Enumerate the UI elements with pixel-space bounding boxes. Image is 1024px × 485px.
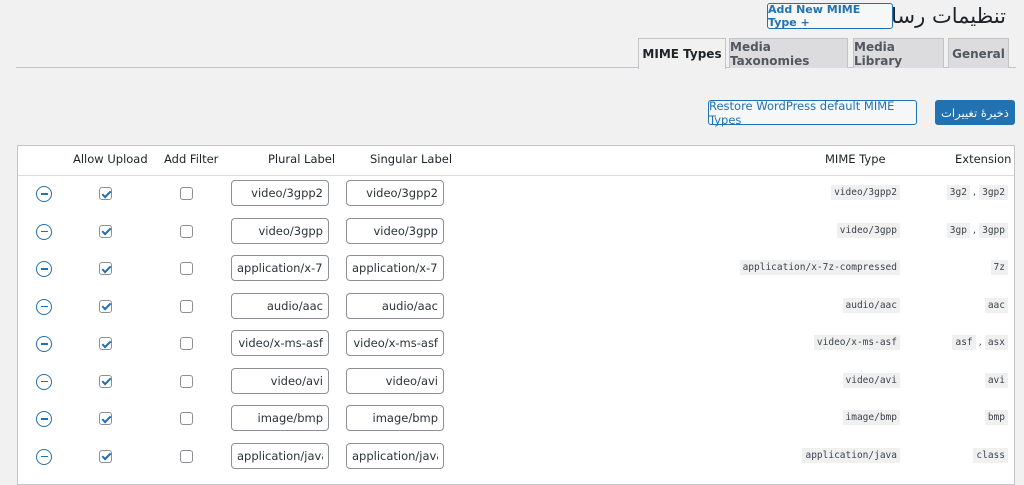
allow-upload-checkbox[interactable] — [99, 262, 112, 275]
column-header-mime-type: MIME Type — [825, 152, 886, 166]
remove-row-icon[interactable] — [36, 261, 52, 277]
mime-type-value: application/java — [802, 447, 900, 463]
mime-type-value: video/3gpp2 — [831, 185, 900, 200]
plural-label-input[interactable] — [231, 180, 329, 206]
tab-media-taxonomies[interactable]: Media Taxonomies — [729, 38, 848, 68]
column-header-extension: Extension — [955, 152, 1012, 166]
remove-row-icon[interactable] — [36, 448, 52, 465]
save-changes-button[interactable]: ذخیرهٔ تغییرات — [935, 100, 1015, 125]
plural-label-input[interactable] — [231, 217, 329, 244]
tab-media-library[interactable]: Media Library — [853, 38, 944, 68]
column-header-singular-label: Singular Label — [370, 152, 453, 166]
add-filter-checkbox[interactable] — [180, 337, 193, 350]
table-row: video/avi avi — [18, 367, 1014, 405]
allow-upload-checkbox[interactable] — [99, 449, 112, 463]
mime-type-value: video/3gpp — [836, 222, 900, 238]
extension-list: 3g2, 3gp2 — [946, 185, 1008, 200]
extension-list: bmp — [984, 410, 1008, 425]
extension-value: bmp — [984, 410, 1008, 425]
allow-upload-checkbox[interactable] — [99, 374, 112, 388]
mime-type-value: video/x-ms-asf — [813, 335, 900, 350]
add-filter-checkbox[interactable] — [180, 262, 193, 275]
remove-row-icon[interactable] — [36, 186, 52, 202]
singular-label-input[interactable] — [346, 405, 444, 431]
plural-label-input[interactable] — [231, 405, 329, 431]
header-divider — [18, 175, 1014, 176]
extension-value: class — [973, 447, 1008, 463]
extension-value: 3g2 — [946, 185, 970, 200]
table-row: video/x-ms-asf asf,asx — [18, 330, 1014, 367]
singular-label-input[interactable] — [346, 442, 444, 469]
remove-row-icon[interactable] — [36, 223, 52, 240]
add-filter-checkbox[interactable] — [180, 374, 193, 388]
allow-upload-checkbox[interactable] — [99, 224, 112, 238]
add-filter-checkbox[interactable] — [180, 224, 193, 238]
extension-separator: , — [978, 337, 982, 348]
singular-label-input[interactable] — [346, 367, 444, 394]
add-filter-checkbox[interactable] — [180, 449, 193, 463]
extension-list: 3gp, 3gpp — [946, 222, 1008, 238]
extension-value: 3gp2 — [979, 185, 1008, 200]
extension-value: 7z — [990, 260, 1008, 275]
allow-upload-checkbox[interactable] — [99, 187, 112, 200]
singular-label-input[interactable] — [346, 292, 444, 319]
singular-label-input[interactable] — [346, 330, 444, 356]
extension-value: asx — [984, 335, 1008, 350]
singular-label-input[interactable] — [346, 180, 444, 206]
table-row: video/3gpp2 3g2,3gp2 — [18, 180, 1014, 217]
remove-row-icon[interactable] — [36, 336, 52, 352]
column-header-allow-upload: Allow Upload — [73, 152, 148, 166]
remove-row-icon[interactable] — [36, 298, 52, 315]
mime-type-value: audio/aac — [842, 297, 900, 313]
remove-row-icon[interactable] — [36, 373, 52, 390]
allow-upload-checkbox[interactable] — [99, 412, 112, 425]
plural-label-input[interactable] — [231, 367, 329, 394]
mime-type-value: video/avi — [842, 372, 900, 388]
add-new-mime-type-button[interactable]: Add New MIME Type + — [767, 3, 893, 29]
tab-mime-types[interactable]: MIME Types — [638, 38, 726, 69]
plural-label-input[interactable] — [231, 255, 329, 281]
extension-list: 7z — [990, 260, 1008, 275]
plural-label-input[interactable] — [231, 292, 329, 319]
allow-upload-checkbox[interactable] — [99, 299, 112, 313]
mime-type-value: application/x-7z-compressed — [739, 260, 900, 275]
remove-row-icon[interactable] — [36, 411, 52, 427]
plural-label-input[interactable] — [231, 442, 329, 469]
restore-defaults-button[interactable]: Restore WordPress default MIME Types — [708, 99, 917, 127]
extension-value: asf — [952, 335, 976, 350]
table-row: audio/aac aac — [18, 292, 1014, 330]
add-filter-checkbox[interactable] — [180, 412, 193, 425]
mime-types-table: Allow Upload Add Filter Plural Label Sin… — [17, 145, 1015, 485]
allow-upload-checkbox[interactable] — [99, 337, 112, 350]
column-header-add-filter: Add Filter — [164, 152, 219, 166]
mime-type-value: image/bmp — [842, 410, 900, 425]
table-row: video/3gpp 3gp,3gpp — [18, 217, 1014, 255]
tab-general[interactable]: General — [948, 38, 1009, 68]
extension-list: avi — [984, 372, 1008, 388]
singular-label-input[interactable] — [346, 255, 444, 281]
extension-list: asf, asx — [952, 335, 1008, 350]
table-row: image/bmp bmp — [18, 405, 1014, 442]
plural-label-input[interactable] — [231, 330, 329, 356]
extension-separator: , — [972, 224, 977, 236]
extension-value: avi — [984, 372, 1008, 388]
column-header-plural-label: Plural Label — [268, 152, 336, 166]
add-filter-checkbox[interactable] — [180, 299, 193, 313]
add-filter-checkbox[interactable] — [180, 187, 193, 200]
extension-list: class — [973, 447, 1008, 463]
page-title: تنظیمات رسانه — [874, 4, 1006, 28]
extension-value: aac — [984, 297, 1008, 313]
table-row: application/x-7z-compressed 7z — [18, 255, 1014, 292]
extension-value: 3gp — [946, 222, 970, 238]
singular-label-input[interactable] — [346, 217, 444, 244]
extension-list: aac — [984, 297, 1008, 313]
extension-separator: , — [972, 187, 977, 198]
extension-value: 3gpp — [979, 222, 1008, 238]
